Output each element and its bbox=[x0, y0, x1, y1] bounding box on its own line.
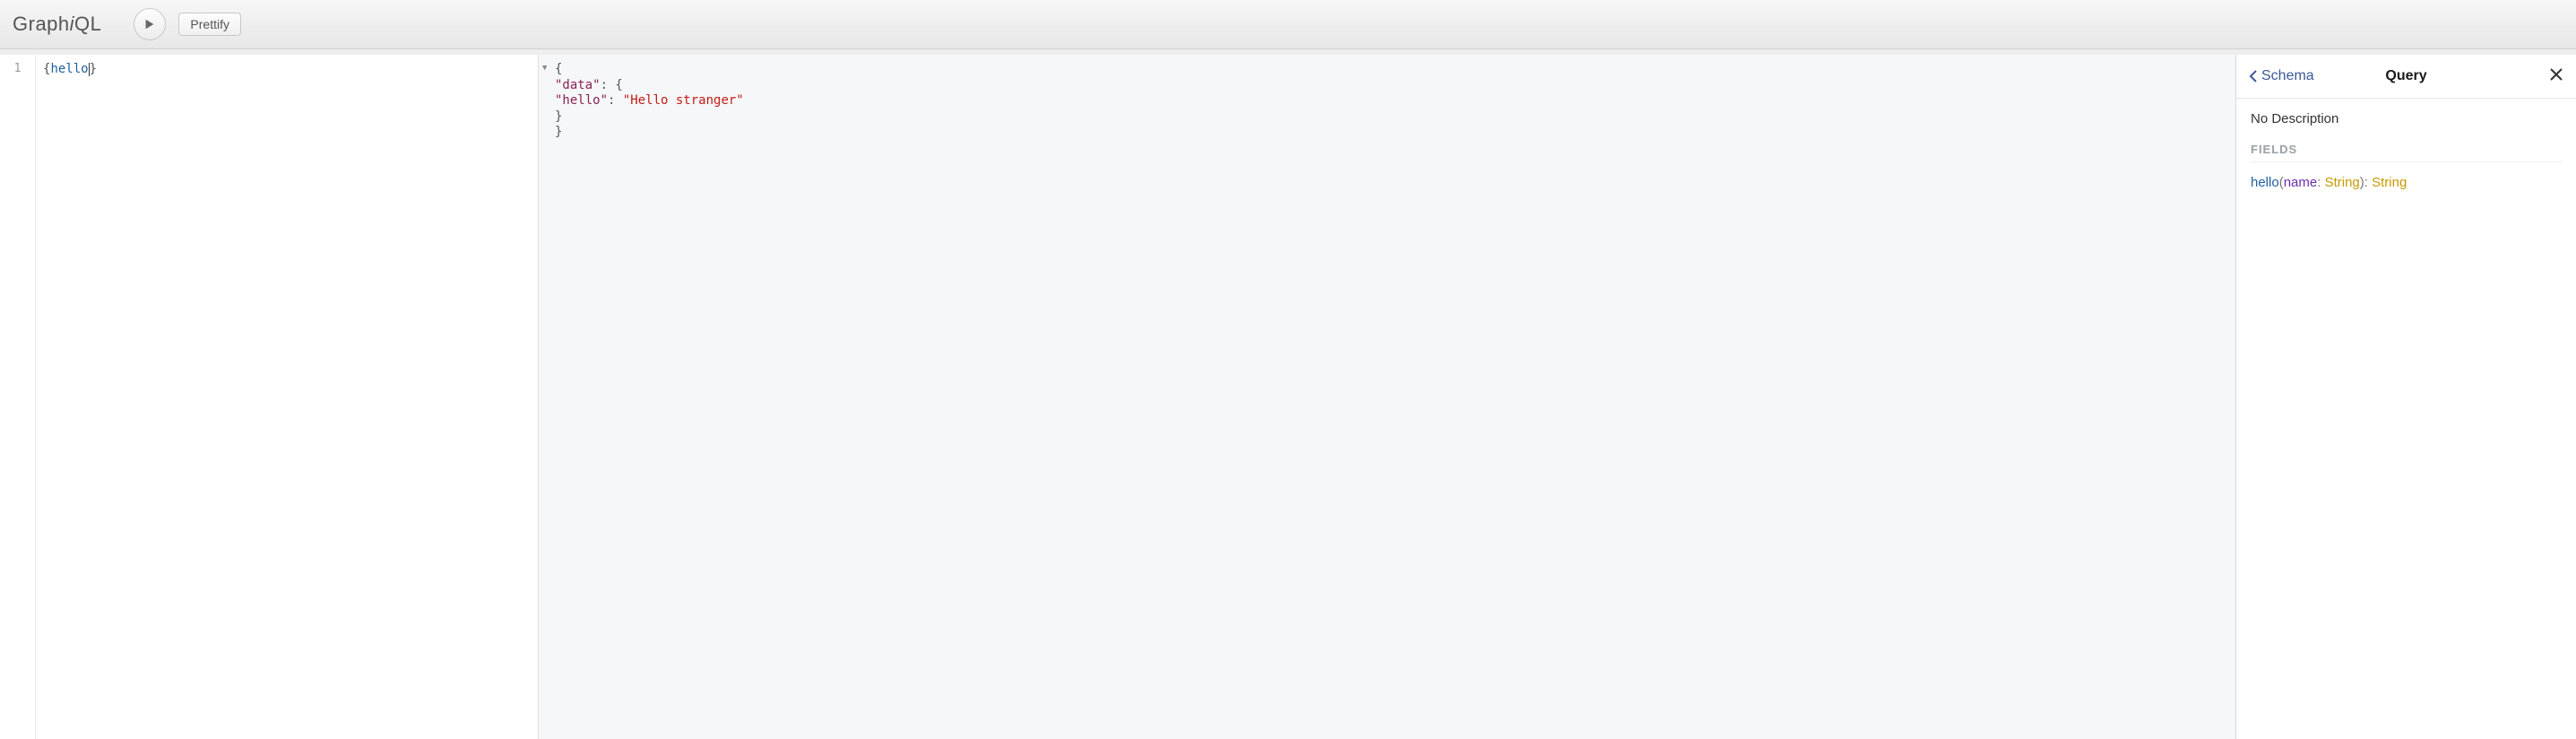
main-area: 1 {hello} ▼ { "data": { "hello": "Hello … bbox=[0, 49, 2576, 739]
close-icon bbox=[2549, 67, 2563, 82]
token-brace-close: } bbox=[90, 62, 97, 76]
docs-close-button[interactable] bbox=[2549, 66, 2563, 87]
json-brace: { bbox=[555, 62, 562, 76]
json-key: "data" bbox=[555, 78, 601, 92]
docs-back-button[interactable]: Schema bbox=[2249, 68, 2314, 84]
sig-return-type: String bbox=[2372, 175, 2407, 190]
result-pane: ▼ { "data": { "hello": "Hello stranger" … bbox=[538, 55, 2235, 739]
line-number: 1 bbox=[0, 62, 35, 75]
app-logo: GraphiQL bbox=[13, 13, 101, 36]
docs-panel: Schema Query No Description FIELDS hello… bbox=[2235, 55, 2576, 739]
json-string: "Hello stranger" bbox=[623, 93, 744, 108]
sig-arg-type: String bbox=[2325, 175, 2360, 190]
logo-text-pre: Graph bbox=[13, 13, 70, 35]
play-icon bbox=[143, 18, 156, 30]
code-area[interactable]: {hello} bbox=[36, 55, 538, 739]
line-gutter: 1 bbox=[0, 55, 36, 739]
divider bbox=[2251, 161, 2562, 162]
docs-body: No Description FIELDS hello(name: String… bbox=[2236, 99, 2576, 203]
docs-back-label: Schema bbox=[2261, 68, 2314, 84]
logo-text-post: QL bbox=[74, 13, 101, 35]
topbar: GraphiQL Prettify bbox=[0, 0, 2576, 49]
run-query-button[interactable] bbox=[134, 8, 166, 40]
json-key: "hello" bbox=[555, 93, 608, 108]
docs-description: No Description bbox=[2251, 111, 2562, 126]
docs-fields-label: FIELDS bbox=[2251, 143, 2562, 156]
docs-header: Schema Query bbox=[2236, 49, 2576, 99]
docs-title: Query bbox=[2385, 68, 2426, 84]
sig-arg-name: name bbox=[2284, 175, 2318, 190]
token-field: hello bbox=[50, 62, 88, 76]
prettify-button[interactable]: Prettify bbox=[178, 13, 241, 36]
sig-field-name: hello bbox=[2251, 175, 2279, 190]
fold-caret-icon[interactable]: ▼ bbox=[542, 64, 547, 73]
field-signature[interactable]: hello(name: String): String bbox=[2251, 175, 2562, 190]
query-editor[interactable]: 1 {hello} bbox=[0, 55, 538, 739]
chevron-left-icon bbox=[2249, 70, 2258, 83]
